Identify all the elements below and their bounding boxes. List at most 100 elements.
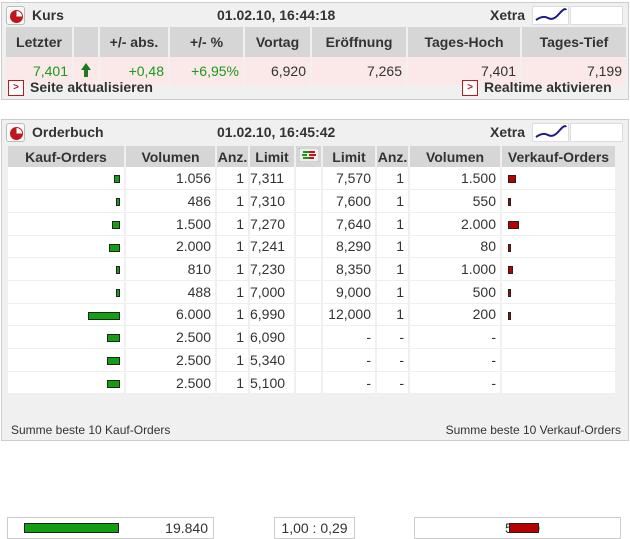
sum-buy-value: 19.840 xyxy=(165,520,208,536)
buy-volume: 1.056 xyxy=(125,167,217,191)
buy-count: 1 xyxy=(216,325,250,349)
refresh-link[interactable]: > Seite aktualisieren xyxy=(8,79,153,97)
kurs-table: Letzter +/- abs. +/- % Vortag Eröffnung … xyxy=(6,27,628,85)
buy-bar-cell xyxy=(8,280,126,304)
buy-bar-cell xyxy=(8,212,126,236)
order-row: 1.500 1 7,270 7,640 1 2.000 xyxy=(8,212,617,236)
sell-limit: - xyxy=(322,371,377,395)
buy-limit: 7,311 xyxy=(249,167,296,191)
buy-limit: 7,270 xyxy=(249,212,296,236)
order-row: 2.500 1 5,340- - - xyxy=(8,348,617,372)
spacer xyxy=(295,257,323,281)
col-abs: +/- abs. xyxy=(99,27,170,57)
col-tief: Tages-Tief xyxy=(521,27,628,57)
buy-volume: 2.500 xyxy=(125,325,217,349)
buy-volume: 486 xyxy=(125,189,217,213)
col-volumen-sell: Volumen xyxy=(409,146,502,167)
ratio-value: 1,00 : 0,29 xyxy=(281,520,348,536)
buy-volume-bar xyxy=(106,357,120,366)
spacer xyxy=(295,235,323,259)
sell-bar-cell xyxy=(501,280,617,304)
sell-bar-cell xyxy=(501,212,617,236)
col-pct: +/- % xyxy=(169,27,245,57)
buy-limit: 7,310 xyxy=(249,189,296,213)
buy-bar-cell xyxy=(8,348,126,372)
sum-sell-bar xyxy=(509,523,539,533)
buy-volume-bar xyxy=(88,311,120,320)
buy-limit: 7,000 xyxy=(249,280,296,304)
buy-bar-cell xyxy=(8,371,126,395)
buy-bar-cell xyxy=(8,257,126,281)
spacer xyxy=(295,348,323,372)
sell-limit: 8,290 xyxy=(322,235,377,259)
sell-volume: 1.000 xyxy=(409,257,502,281)
spacer xyxy=(295,280,323,304)
vortag-value: 6,920 xyxy=(244,57,312,85)
buy-volume: 2.500 xyxy=(125,371,217,395)
kurs-timestamp: 01.02.10, 16:44:18 xyxy=(217,7,336,23)
spacer xyxy=(295,212,323,236)
pct-value: +6,95% xyxy=(169,57,245,85)
buy-limit: 5,340 xyxy=(249,348,296,372)
col-letzter: Letzter xyxy=(6,27,74,57)
buy-limit: 6,090 xyxy=(249,325,296,349)
sell-count: 1 xyxy=(376,257,410,281)
sell-bar-cell xyxy=(501,348,617,372)
col-limit-sell: Limit xyxy=(322,146,377,167)
orderbuch-title-bar: Orderbuch 01.02.10, 16:45:42 Xetra xyxy=(2,120,628,144)
col-hoch: Tages-Hoch xyxy=(407,27,522,57)
sell-limit: 9,000 xyxy=(322,280,377,304)
buy-count: 1 xyxy=(216,212,250,236)
sell-bar-cell xyxy=(501,325,617,349)
order-row: 810 1 7,230 8,350 1 1.000 xyxy=(8,257,617,281)
buy-volume-bar xyxy=(116,198,120,207)
order-row: 488 1 7,000 9,000 1 500 xyxy=(8,280,617,304)
buy-limit: 6,990 xyxy=(249,303,296,327)
spacer xyxy=(295,325,323,349)
sell-volume-bar xyxy=(508,311,511,320)
sell-volume-bar xyxy=(508,243,511,252)
sell-count: 1 xyxy=(376,280,410,304)
realtime-link[interactable]: > Realtime aktivieren xyxy=(462,79,612,97)
sell-volume: - xyxy=(409,325,502,349)
buy-volume: 810 xyxy=(125,257,217,281)
sell-limit: 8,350 xyxy=(322,257,377,281)
orderbook-view-icon[interactable] xyxy=(295,146,323,167)
orderbuch-timestamp: 01.02.10, 16:45:42 xyxy=(217,124,336,140)
realtime-label: Realtime aktivieren xyxy=(484,79,612,95)
buy-bar-cell xyxy=(8,325,126,349)
sell-count: 1 xyxy=(376,235,410,259)
col-verkauf-orders: Verkauf-Orders xyxy=(501,146,617,167)
sell-limit: 7,640 xyxy=(322,212,377,236)
spacer xyxy=(295,167,323,191)
orderbuch-title: Orderbuch xyxy=(32,124,104,140)
sell-bar-cell xyxy=(501,167,617,191)
orderbuch-panel: Orderbuch 01.02.10, 16:45:42 Xetra Kauf-… xyxy=(1,119,629,539)
sell-volume: - xyxy=(409,348,502,372)
sell-volume-bar xyxy=(508,221,519,230)
sell-count: - xyxy=(376,348,410,372)
sell-volume: 500 xyxy=(409,280,502,304)
order-row: 486 1 7,310 7,600 1 550 xyxy=(8,189,617,213)
buy-bar-cell xyxy=(8,235,126,259)
sell-volume: 200 xyxy=(409,303,502,327)
sell-limit: 12,000 xyxy=(322,303,377,327)
sell-limit: - xyxy=(322,325,377,349)
col-limit-buy: Limit xyxy=(249,146,296,167)
buy-volume-bar xyxy=(109,243,120,252)
order-row: 6.000 1 6,990 12,000 1 200 xyxy=(8,303,617,327)
buy-volume: 488 xyxy=(125,280,217,304)
col-trend xyxy=(73,27,100,57)
spacer xyxy=(295,189,323,213)
buy-volume-bar xyxy=(115,266,120,275)
buy-bar-cell xyxy=(8,189,126,213)
order-row: 2.000 1 7,241 8,290 1 80 xyxy=(8,235,617,259)
sell-volume-bar xyxy=(508,198,511,207)
chart-logo-icon xyxy=(532,123,569,142)
kurs-title: Kurs xyxy=(32,7,64,23)
sell-count: 1 xyxy=(376,189,410,213)
refresh-label: Seite aktualisieren xyxy=(30,79,153,95)
sell-limit: 7,570 xyxy=(322,167,377,191)
sell-bar-cell xyxy=(501,235,617,259)
sum-buy-caption: Summe beste 10 Kauf-Orders xyxy=(11,423,171,437)
